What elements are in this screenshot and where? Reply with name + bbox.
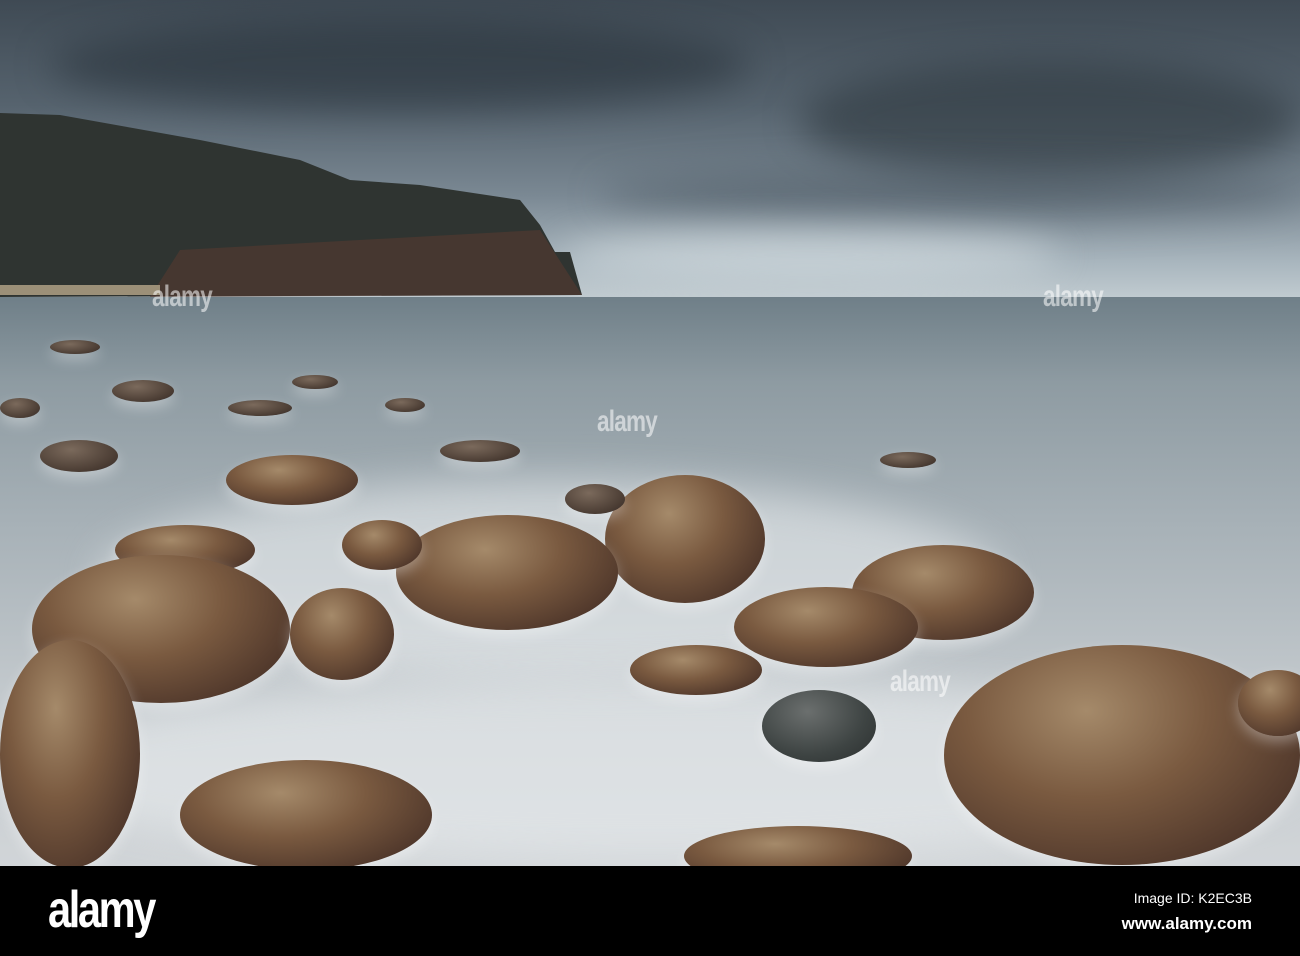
stock-photo: alamy alamy alamy alamy [0,0,1300,866]
watermark: alamy [1043,280,1104,313]
watermark: alamy [597,405,658,438]
alamy-logo: alamy [48,881,156,939]
site-url: www.alamy.com [1121,914,1252,933]
footer-bar: alamy Image ID: K2EC3B www.alamy.com [0,866,1300,956]
watermark: alamy [890,665,951,698]
image-id: Image ID: K2EC3B [1133,890,1252,906]
watermark: alamy [152,280,213,313]
